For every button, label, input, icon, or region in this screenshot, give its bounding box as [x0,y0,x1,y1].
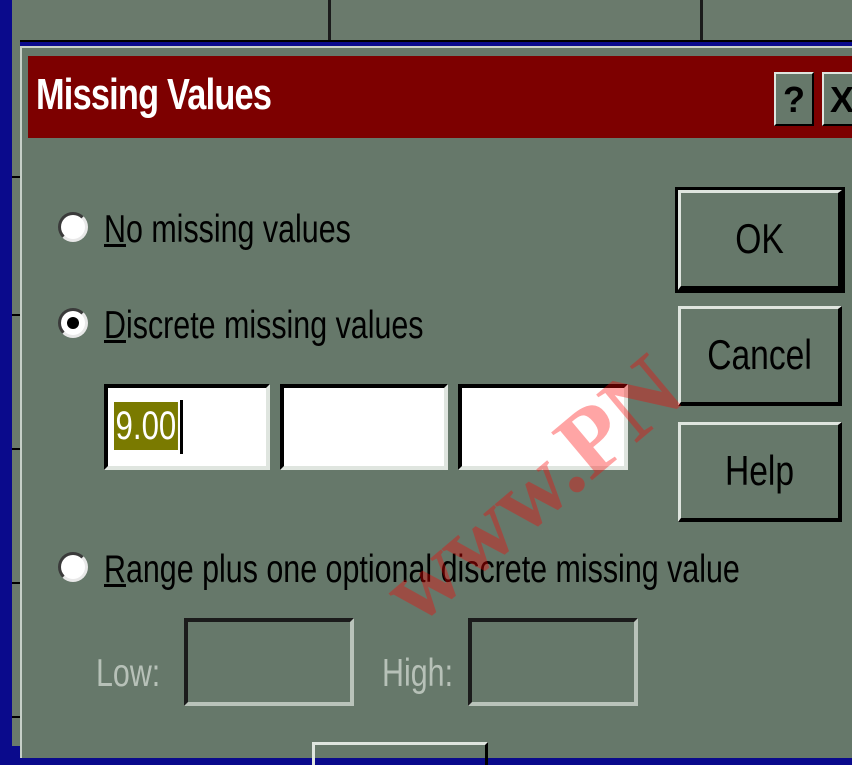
missing-values-dialog: Missing Values ? X No missing values Dis… [20,46,852,765]
bottom-button-partial[interactable] [312,742,488,765]
mnemonic-n: N [104,208,126,251]
range-high-field[interactable] [468,618,638,706]
discrete-value-field-1[interactable]: 9.00 [104,384,270,470]
grid-row-separator [12,176,20,178]
range-low-field[interactable] [184,618,354,706]
no-missing-values-radio[interactable] [58,212,88,242]
title-bar[interactable]: Missing Values ? X [28,56,852,138]
cancel-button-label: Cancel [707,331,812,378]
range-missing-values-label[interactable]: Range plus one optional discrete missing… [104,548,740,592]
ok-button[interactable]: OK [675,187,845,293]
discrete-value-1-text: 9.00 [114,402,178,450]
context-help-button[interactable]: ? [774,72,814,126]
desktop-edge [0,40,12,746]
discrete-value-field-3[interactable] [458,384,628,470]
grid-row-separator [12,448,20,450]
background-grid-header [12,0,852,42]
low-label: Low: [96,652,161,695]
grid-row-separator [12,582,20,584]
mnemonic-d: D [104,304,126,347]
discrete-missing-values-text: iscrete missing values [125,304,424,347]
close-button[interactable]: X [822,72,852,126]
discrete-missing-values-label[interactable]: Discrete missing values [104,304,424,348]
no-missing-values-text: o missing values [125,208,351,251]
high-label: High: [382,652,454,695]
grid-row-separator [12,716,20,718]
grid-column-separator [700,0,703,40]
dialog-title: Missing Values [36,70,272,119]
ok-button-label: OK [735,215,784,262]
grid-column-separator [328,0,331,40]
help-button-label: Help [724,447,795,494]
mnemonic-r: R [104,548,126,591]
cancel-button[interactable]: Cancel [678,306,842,406]
grid-row-separator [12,314,20,316]
discrete-missing-values-radio[interactable] [58,308,88,338]
text-caret [180,400,183,454]
background-grid-rows [12,40,20,746]
help-button[interactable]: Help [678,422,842,522]
no-missing-values-label[interactable]: No missing values [104,208,351,252]
discrete-value-field-2[interactable] [280,384,448,470]
range-missing-values-radio[interactable] [58,552,88,582]
radio-selected-dot [67,317,79,329]
range-missing-values-text: ange plus one optional discrete missing … [125,548,740,591]
